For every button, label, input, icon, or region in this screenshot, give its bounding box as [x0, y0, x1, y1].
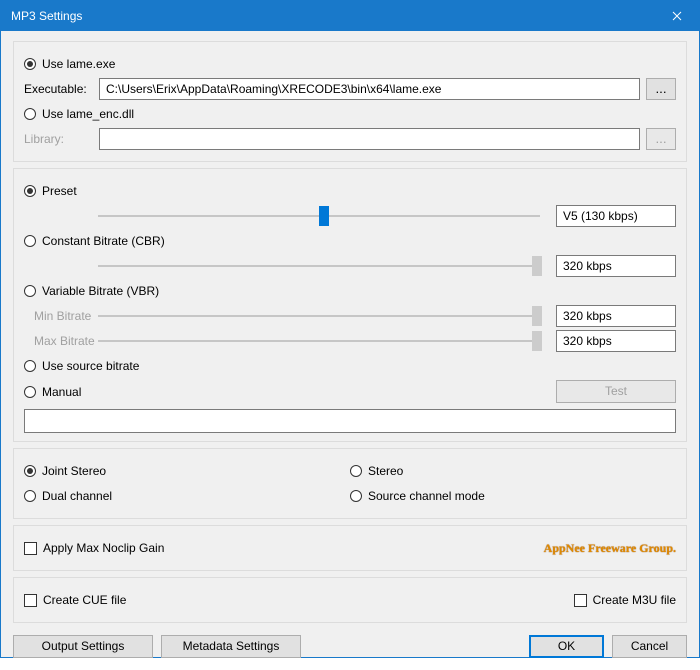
- button-bar: Output Settings Metadata Settings OK Can…: [13, 635, 687, 658]
- titlebar: MP3 Settings: [1, 1, 699, 31]
- slider-thumb[interactable]: [319, 206, 329, 226]
- slider-thumb[interactable]: [532, 306, 542, 326]
- vbr-radio[interactable]: Variable Bitrate (VBR): [24, 284, 159, 298]
- create-m3u-label: Create M3U file: [593, 593, 676, 607]
- radio-icon: [350, 490, 362, 502]
- source-channel-mode-label: Source channel mode: [368, 489, 485, 503]
- vbr-max-slider[interactable]: [92, 330, 546, 352]
- preset-slider[interactable]: [92, 205, 546, 227]
- metadata-settings-button[interactable]: Metadata Settings: [161, 635, 301, 658]
- create-cue-checkbox[interactable]: Create CUE file: [24, 593, 126, 607]
- test-button: Test: [556, 380, 676, 403]
- preset-value[interactable]: V5 (130 kbps): [556, 205, 676, 227]
- manual-label: Manual: [42, 385, 81, 399]
- source-channel-mode-radio[interactable]: Source channel mode: [350, 489, 485, 503]
- ok-button[interactable]: OK: [529, 635, 604, 658]
- preset-radio[interactable]: Preset: [24, 184, 77, 198]
- window-title: MP3 Settings: [11, 9, 654, 23]
- dual-channel-radio[interactable]: Dual channel: [24, 489, 112, 503]
- executable-input[interactable]: [99, 78, 640, 100]
- slider-track: [98, 340, 540, 342]
- vbr-min-value[interactable]: 320 kbps: [556, 305, 676, 327]
- radio-icon: [24, 360, 36, 372]
- watermark-text: AppNee Freeware Group.: [544, 541, 676, 556]
- radio-icon: [24, 108, 36, 120]
- cbr-value[interactable]: 320 kbps: [556, 255, 676, 277]
- stereo-label: Stereo: [368, 464, 403, 478]
- slider-thumb[interactable]: [532, 256, 542, 276]
- mp3-settings-window: MP3 Settings Use lame.exe Executable: ..…: [0, 0, 700, 658]
- checkbox-icon: [574, 594, 587, 607]
- slider-thumb[interactable]: [532, 331, 542, 351]
- dual-channel-label: Dual channel: [42, 489, 112, 503]
- library-input[interactable]: [99, 128, 640, 150]
- radio-icon: [350, 465, 362, 477]
- use-source-bitrate-radio[interactable]: Use source bitrate: [24, 359, 139, 373]
- encoder-group: Use lame.exe Executable: ... Use lame_en…: [13, 41, 687, 162]
- use-lame-exe-radio[interactable]: Use lame.exe: [24, 57, 115, 71]
- file-group: Create CUE file Create M3U file: [13, 577, 687, 623]
- vbr-max-value[interactable]: 320 kbps: [556, 330, 676, 352]
- radio-icon: [24, 465, 36, 477]
- use-lame-dll-label: Use lame_enc.dll: [42, 107, 134, 121]
- cbr-radio[interactable]: Constant Bitrate (CBR): [24, 234, 165, 248]
- use-lame-exe-label: Use lame.exe: [42, 57, 115, 71]
- library-browse-button: ...: [646, 128, 676, 150]
- radio-icon: [24, 58, 36, 70]
- channel-group: Joint Stereo Dual channel St: [13, 448, 687, 519]
- bitrate-group: Preset V5 (130 kbps) Constant Bitrate (C…: [13, 168, 687, 442]
- vbr-label: Variable Bitrate (VBR): [42, 284, 159, 298]
- library-label: Library:: [24, 132, 99, 146]
- cancel-button[interactable]: Cancel: [612, 635, 687, 658]
- manual-radio[interactable]: Manual: [24, 385, 81, 399]
- cbr-slider[interactable]: [92, 255, 546, 277]
- radio-icon: [24, 235, 36, 247]
- joint-stereo-radio[interactable]: Joint Stereo: [24, 464, 106, 478]
- client-area: Use lame.exe Executable: ... Use lame_en…: [1, 31, 699, 670]
- radio-icon: [24, 285, 36, 297]
- manual-input[interactable]: [24, 409, 676, 433]
- close-icon: [672, 11, 682, 21]
- slider-track: [98, 315, 540, 317]
- apply-noclip-label: Apply Max Noclip Gain: [43, 541, 164, 555]
- stereo-radio[interactable]: Stereo: [350, 464, 403, 478]
- preset-label: Preset: [42, 184, 77, 198]
- radio-icon: [24, 185, 36, 197]
- radio-icon: [24, 490, 36, 502]
- gain-group: Apply Max Noclip Gain AppNee Freeware Gr…: [13, 525, 687, 571]
- use-source-bitrate-label: Use source bitrate: [42, 359, 139, 373]
- cbr-label: Constant Bitrate (CBR): [42, 234, 165, 248]
- close-button[interactable]: [654, 1, 699, 31]
- joint-stereo-label: Joint Stereo: [42, 464, 106, 478]
- apply-noclip-checkbox[interactable]: Apply Max Noclip Gain: [24, 541, 164, 555]
- create-cue-label: Create CUE file: [43, 593, 126, 607]
- slider-track: [98, 265, 540, 267]
- executable-label: Executable:: [24, 82, 99, 96]
- use-lame-dll-radio[interactable]: Use lame_enc.dll: [24, 107, 134, 121]
- create-m3u-checkbox[interactable]: Create M3U file: [574, 593, 676, 607]
- output-settings-button[interactable]: Output Settings: [13, 635, 153, 658]
- vbr-min-slider[interactable]: [92, 305, 546, 327]
- executable-browse-button[interactable]: ...: [646, 78, 676, 100]
- radio-icon: [24, 386, 36, 398]
- checkbox-icon: [24, 594, 37, 607]
- checkbox-icon: [24, 542, 37, 555]
